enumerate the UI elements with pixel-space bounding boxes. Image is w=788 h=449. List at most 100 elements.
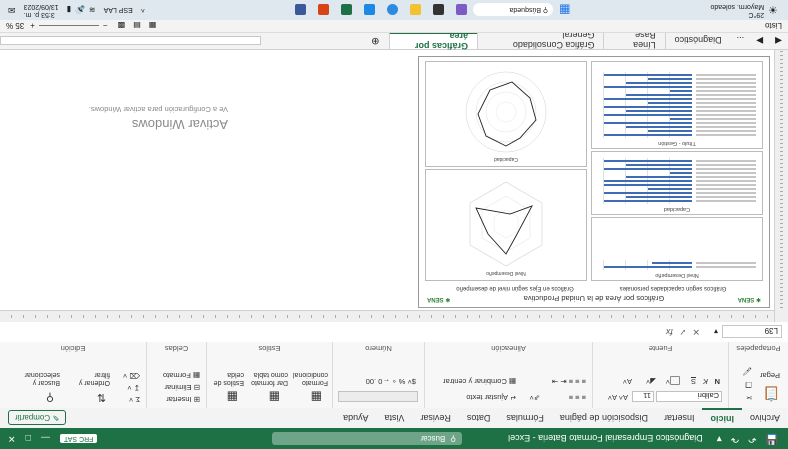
prev-sheet-icon[interactable]: ◀ <box>769 35 788 46</box>
bar-chart-2[interactable]: Capacidad <box>591 151 763 215</box>
wifi-icon[interactable]: ≋ <box>89 6 96 15</box>
save-icon[interactable]: 💾 <box>766 433 778 444</box>
tab-insertar[interactable]: Insertar <box>656 408 703 428</box>
more-sheets[interactable]: ... <box>731 36 751 46</box>
tab-revisar[interactable]: Revisar <box>412 408 459 428</box>
tab-formulas[interactable]: Fórmulas <box>498 408 552 428</box>
undo-icon[interactable]: ↶ <box>748 433 756 444</box>
next-sheet-icon[interactable]: ▶ <box>750 35 769 46</box>
worksheet[interactable]: ✱ SENA ✱ SENA Gráficos por Área de la Un… <box>0 50 788 322</box>
sheet-tab-linea-base[interactable]: Línea Base <box>603 31 665 51</box>
taskview-icon[interactable] <box>456 4 468 16</box>
name-box-dropdown-icon[interactable]: ▾ <box>714 328 718 337</box>
tab-ayuda[interactable]: Ayuda <box>335 408 376 428</box>
tab-disposicion[interactable]: Disposición de página <box>552 408 656 428</box>
format-painter-icon[interactable]: 🖌 <box>742 367 752 376</box>
restore-icon[interactable]: □ <box>26 434 31 444</box>
share-button[interactable]: ✎ Compartir <box>8 410 67 426</box>
name-box[interactable]: L39 <box>722 325 782 339</box>
merge-center-button[interactable]: ▦ Combinar y centrar <box>443 377 516 386</box>
sheet-tab-diagnostico[interactable]: Diagnóstico <box>664 32 731 49</box>
minimize-icon[interactable]: — <box>41 434 50 444</box>
clock[interactable]: 3:53 p. m. 13/09/2023 <box>24 2 59 18</box>
insert-cells-button[interactable]: ⊞ Insertar <box>166 395 200 404</box>
cancel-icon[interactable]: ✕ <box>686 328 700 338</box>
windows-start-icon[interactable]: ▦ <box>559 3 570 17</box>
currency-icon[interactable]: $˅ % ∘ ←0 .00 <box>366 377 416 386</box>
grow-font-icon[interactable]: A˄ A˅ <box>608 393 628 402</box>
conditional-format-button[interactable]: Formato condicional <box>290 370 328 386</box>
number-format-select[interactable] <box>338 391 418 402</box>
find-select-icon[interactable]: ⚲ <box>46 391 54 404</box>
zoom-level[interactable]: 35 % <box>6 21 24 30</box>
italic-button[interactable]: K <box>703 377 708 386</box>
zoom-out-icon[interactable]: − <box>103 21 108 30</box>
file-explorer-icon[interactable] <box>410 4 422 16</box>
battery-icon[interactable]: ▮ <box>67 6 71 15</box>
widgets-icon[interactable] <box>433 4 445 16</box>
store-icon[interactable] <box>295 4 307 16</box>
sort-filter-icon[interactable]: ⇅ <box>97 391 106 404</box>
tab-inicio[interactable]: Inicio <box>702 408 742 428</box>
tab-archivo[interactable]: Archivo <box>742 408 788 428</box>
sort-filter-button[interactable]: Ordenar y filtrar <box>66 370 110 386</box>
orientation-icon[interactable]: ⇗˅ <box>529 393 540 402</box>
fill-icon[interactable]: ↧ ˅ <box>127 383 140 392</box>
format-table-button[interactable]: Dar formato como tabla <box>248 370 288 386</box>
sheet-tab-graficas-area[interactable]: Gráficas por área <box>389 32 478 52</box>
radar-chart-1[interactable]: Nivel Desempeño <box>425 169 587 281</box>
language-indicator[interactable]: ESP LAA <box>104 7 133 14</box>
sheet-tab-consolidado[interactable]: Gráfica Consolidado General <box>477 31 604 51</box>
clear-icon[interactable]: ⌫ ˅ <box>123 371 140 380</box>
tab-vista[interactable]: Vista <box>376 408 412 428</box>
paste-button[interactable]: Pegar <box>760 371 780 380</box>
font-size-select[interactable]: 11 <box>632 391 654 402</box>
account-badge[interactable]: FRC SAT <box>59 434 98 443</box>
powerpoint-icon[interactable] <box>318 4 330 16</box>
customize-toolbar-icon[interactable]: ▾ <box>717 433 722 444</box>
font-color-icon[interactable]: A˅ <box>623 377 632 386</box>
autosum-icon[interactable]: Σ ˅ <box>129 395 140 404</box>
bar-chart-3[interactable]: Título - Gestión <box>591 61 763 149</box>
bar-chart-1[interactable]: Nivel Desempeño <box>591 217 763 281</box>
fill-color-icon[interactable]: ◢˅ <box>646 377 656 386</box>
conditional-format-icon[interactable]: ▦ <box>311 390 322 404</box>
font-name-select[interactable]: Calibri <box>656 391 722 402</box>
chrome-icon[interactable] <box>387 4 399 16</box>
horizontal-scrollbar[interactable] <box>0 36 262 45</box>
align-top-icon[interactable]: ≡ ≡ ≡ <box>569 393 586 402</box>
copy-icon[interactable]: ❐ <box>745 380 752 389</box>
search-box[interactable]: ⚲ Buscar <box>272 432 463 445</box>
redo-icon[interactable]: ↷ <box>731 433 739 444</box>
fx-label[interactable]: fx <box>666 327 673 337</box>
page-break-icon[interactable]: ▩ <box>118 21 126 30</box>
format-cells-button[interactable]: ▦ Formato <box>163 371 200 380</box>
find-select-button[interactable]: Buscar y seleccionar <box>10 370 60 386</box>
normal-view-icon[interactable]: ▦ <box>149 21 157 30</box>
excel-icon[interactable] <box>341 4 353 16</box>
volume-icon[interactable]: 🔊 <box>75 6 85 15</box>
tray-chevron-icon[interactable]: ˄ <box>141 7 145 14</box>
cell-styles-button[interactable]: Estilos de celda <box>208 370 244 386</box>
page-layout-icon[interactable]: ▤ <box>133 21 141 30</box>
weather-widget[interactable]: 29°C Mayorm. soleado <box>710 2 764 18</box>
word-icon[interactable] <box>364 4 376 16</box>
close-icon[interactable]: ✕ <box>8 433 16 444</box>
format-table-icon[interactable]: ▦ <box>269 390 280 404</box>
delete-cells-button[interactable]: ⊟ Eliminar <box>165 383 200 392</box>
weather-icon[interactable]: ☀ <box>768 4 778 17</box>
cut-icon[interactable]: ✂ <box>746 393 752 402</box>
taskbar-search[interactable]: ⚲ Búsqueda <box>473 3 554 17</box>
plus-icon[interactable]: ⊕ <box>361 35 389 46</box>
wrap-text-button[interactable]: ↵ Ajustar texto <box>466 393 516 402</box>
zoom-in-icon[interactable]: + <box>30 21 35 30</box>
notifications-icon[interactable]: ✉ <box>8 5 16 16</box>
zoom-slider[interactable] <box>38 25 99 26</box>
cell-styles-icon[interactable]: ▦ <box>227 390 238 404</box>
tab-datos[interactable]: Datos <box>459 408 499 428</box>
align-left-icon[interactable]: ≡ ≡ ≡ ⇤ ⇥ <box>552 377 586 386</box>
underline-button[interactable]: S <box>691 377 696 386</box>
bold-button[interactable]: N <box>715 377 720 386</box>
paste-icon[interactable]: 📋 <box>763 385 780 402</box>
borders-icon[interactable]: ˅ <box>666 376 680 386</box>
